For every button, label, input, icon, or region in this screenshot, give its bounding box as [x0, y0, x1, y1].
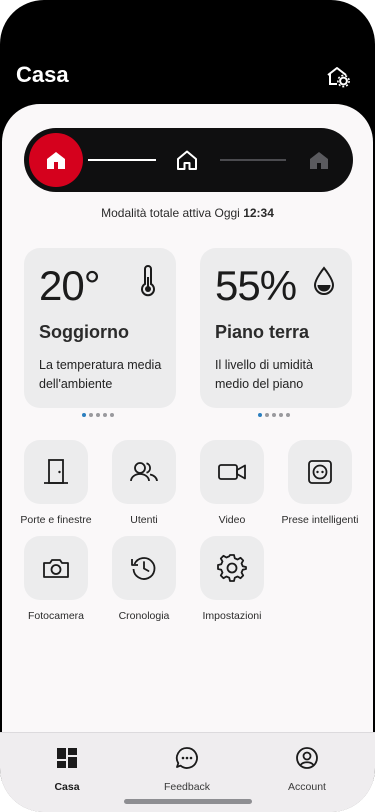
tile-settings[interactable]: Impostazioni [188, 536, 276, 622]
pager-dot [265, 413, 269, 417]
tile-history-label: Cronologia [118, 610, 170, 622]
status-text: Modalità totale attiva Oggi 12:34 [2, 206, 373, 220]
pager-dot [279, 413, 283, 417]
humidity-floor-name: Piano terra [215, 322, 310, 342]
tile-users-label: Utenti [130, 514, 158, 526]
camera-icon [43, 559, 69, 578]
tab-account-label: Account [288, 781, 326, 793]
tile-video[interactable]: Video [188, 440, 276, 526]
humidity-value: 55% [215, 262, 297, 309]
temperature-value: 20° [39, 262, 101, 309]
status-time: 12:34 [243, 206, 274, 220]
mode-total-button[interactable] [29, 133, 83, 187]
home-gear-icon [327, 67, 350, 88]
tab-account[interactable]: Account [262, 745, 352, 793]
tile-smart-plugs-label: Prese intelligenti [281, 514, 359, 526]
pager-dot [96, 413, 100, 417]
tile-video-button[interactable] [200, 440, 264, 504]
home-disabled-icon [310, 152, 328, 169]
mode-partial-button[interactable] [160, 133, 214, 187]
history-icon [131, 557, 156, 580]
temperature-pager[interactable] [82, 413, 114, 417]
tile-settings-label: Impostazioni [202, 610, 262, 622]
pager-dot-active [82, 413, 86, 417]
tab-feedback-label: Feedback [163, 781, 211, 793]
tab-home[interactable]: Casa [22, 745, 112, 793]
tile-video-label: Video [218, 514, 246, 526]
tab-home-label: Casa [54, 781, 80, 793]
humidity-pager[interactable] [258, 413, 290, 417]
status-label: Modalità totale attiva Oggi [101, 206, 240, 220]
users-icon [130, 462, 158, 482]
thermometer-icon [136, 264, 160, 298]
mode-off-button[interactable] [292, 133, 346, 187]
tile-doors-windows-button[interactable] [24, 440, 88, 504]
pager-dot [110, 413, 114, 417]
tab-feedback[interactable]: Feedback [142, 745, 232, 793]
app-screen: Casa Modalità totale attiva Oggi 12:34 2… [0, 0, 375, 812]
pager-dot [89, 413, 93, 417]
mode-connector-active [88, 159, 156, 161]
pager-dot [103, 413, 107, 417]
temperature-room-name: Soggiorno [39, 322, 129, 342]
tile-settings-button[interactable] [200, 536, 264, 600]
account-icon [262, 745, 352, 771]
video-camera-icon [218, 464, 246, 480]
tile-users[interactable]: Utenti [100, 440, 188, 526]
door-icon [44, 459, 68, 484]
page-title: Casa [16, 62, 69, 87]
home-outline-icon [177, 150, 197, 170]
content-sheet: Modalità totale attiva Oggi 12:34 20° So… [2, 104, 373, 812]
tile-smart-plugs-button[interactable] [288, 440, 352, 504]
dashboard-icon [22, 745, 112, 771]
humidity-drop-icon [312, 264, 336, 298]
tile-smart-plugs[interactable]: Prese intelligenti [276, 440, 364, 526]
home-filled-icon [47, 152, 65, 169]
pager-dot [272, 413, 276, 417]
tile-doors-windows[interactable]: Porte e finestre [12, 440, 100, 526]
tile-camera-button[interactable] [24, 536, 88, 600]
tile-doors-windows-label: Porte e finestre [20, 514, 92, 526]
tile-camera[interactable]: Fotocamera [12, 536, 100, 622]
humidity-description: Il livello di umidità medio del piano [215, 358, 313, 391]
home-settings-button[interactable] [322, 60, 354, 92]
tile-history-button[interactable] [112, 536, 176, 600]
temperature-description: La temperatura media dell'ambiente [39, 358, 162, 391]
alarm-mode-selector [24, 128, 353, 192]
header: Casa [0, 0, 375, 120]
tile-users-button[interactable] [112, 440, 176, 504]
mode-connector-inactive [220, 159, 286, 161]
home-indicator [124, 799, 252, 804]
tile-camera-label: Fotocamera [27, 610, 85, 622]
pager-dot [286, 413, 290, 417]
tile-history[interactable]: Cronologia [100, 536, 188, 622]
chat-bubble-icon [142, 745, 232, 771]
temperature-card[interactable]: 20° Soggiorno La temperatura media dell'… [24, 248, 176, 408]
humidity-card[interactable]: 55% Piano terra Il livello di umidità me… [200, 248, 352, 408]
pager-dot-active [258, 413, 262, 417]
gear-icon [217, 554, 247, 582]
smart-plug-icon [308, 460, 332, 484]
